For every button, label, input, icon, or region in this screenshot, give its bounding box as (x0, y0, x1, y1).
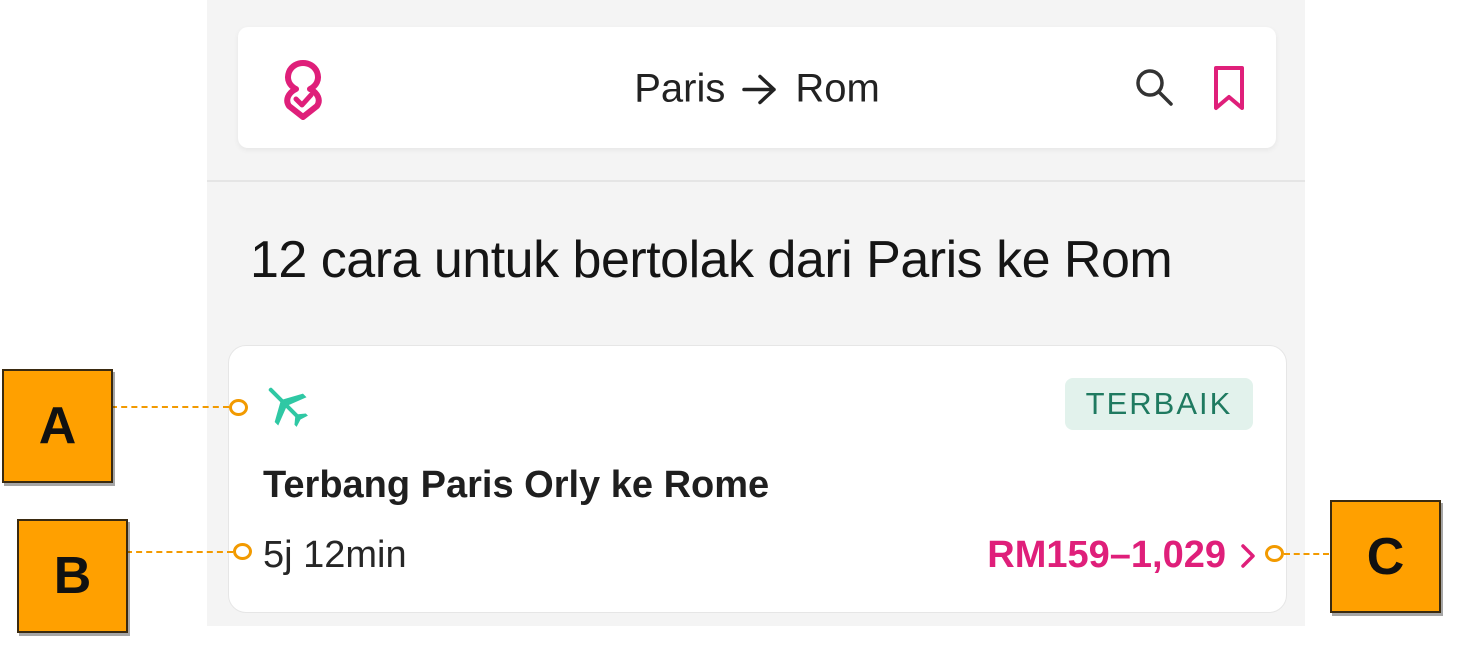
option-title: Terbang Paris Orly ke Rome (263, 464, 770, 506)
duration-label: 5j 12min (263, 534, 407, 576)
best-badge: TERBAIK (1065, 378, 1253, 430)
arrow-right-icon (742, 74, 777, 104)
plane-icon (268, 387, 308, 427)
callout-c-leader (1284, 553, 1329, 555)
travel-option-card[interactable]: TERBAIK Terbang Paris Orly ke Rome 5j 12… (228, 345, 1287, 613)
callout-a: A (2, 369, 113, 483)
callout-b: B (17, 519, 128, 633)
price-range-link[interactable]: RM159–1,029 (987, 534, 1256, 577)
callout-b-marker (233, 543, 252, 560)
bookmark-icon[interactable] (1210, 64, 1248, 112)
callout-a-marker (229, 399, 248, 416)
header-divider (207, 180, 1305, 182)
chevron-right-icon (1241, 543, 1255, 568)
page-title: 12 cara untuk bertolak dari Paris ke Rom (250, 231, 1173, 289)
callout-c: C (1330, 500, 1441, 613)
callout-c-marker (1265, 545, 1284, 562)
callout-b-leader (126, 551, 233, 553)
price-range: RM159–1,029 (987, 534, 1226, 576)
app-screen: Paris Rom 12 cara untuk bertolak dari Pa… (207, 0, 1305, 626)
search-header: Paris Rom (238, 27, 1276, 148)
origin-label: Paris (634, 66, 726, 111)
route-title[interactable]: Paris Rom (238, 67, 1276, 112)
callout-a-leader (111, 406, 229, 408)
search-icon[interactable] (1134, 67, 1174, 107)
destination-label: Rom (795, 66, 880, 111)
